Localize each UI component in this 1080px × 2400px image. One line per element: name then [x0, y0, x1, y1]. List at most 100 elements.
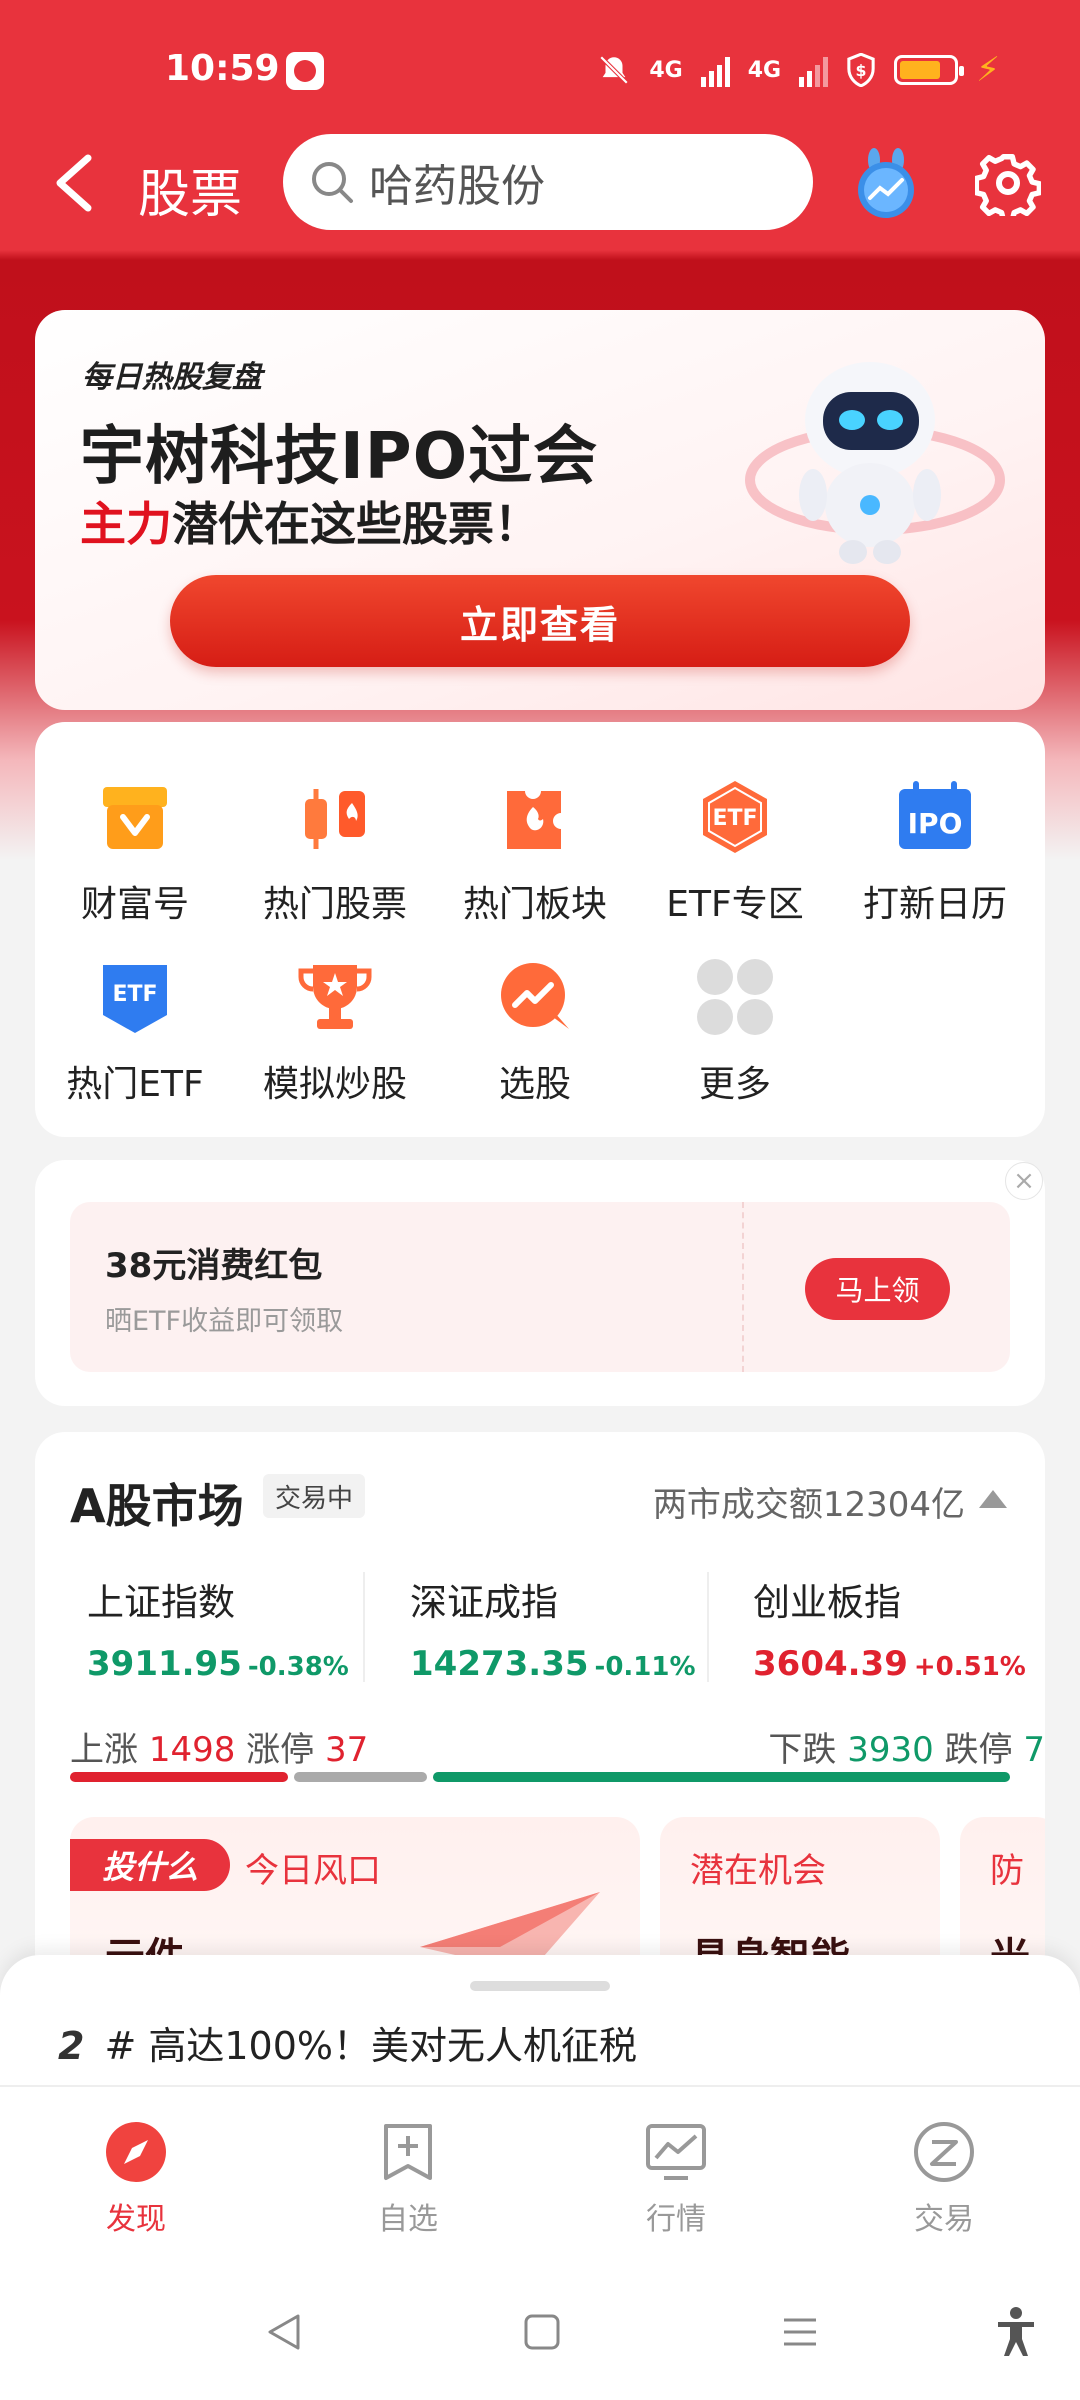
promo-banner[interactable]: 每日热股复盘 宇树科技IPO过会 主力潜伏在这些股票！ 立即查看 [35, 310, 1045, 710]
hot-sector-icon [507, 791, 561, 849]
quick-item-wealth[interactable]: 财富号 [35, 777, 235, 927]
index-value: 3604.39 [753, 1644, 908, 1684]
red-packet-desc: 晒ETF收益即可领取 [105, 1306, 344, 1337]
theme-card-badge: 投什么 [70, 1839, 230, 1891]
ipo-icon-text: IPO [908, 807, 963, 840]
page-title: 股票 [138, 165, 243, 225]
quick-item-label: 模拟炒股 [262, 1064, 407, 1105]
nav-label: 交易 [914, 2202, 974, 2237]
trade-icon [914, 2122, 974, 2182]
nav-trade[interactable]: 交易 [864, 2120, 1024, 2238]
robot-mascot-illustration [745, 362, 1005, 564]
nav-discover[interactable]: 发现 [56, 2120, 216, 2238]
charging-bolt-icon: ⚡ [976, 50, 1000, 90]
index-change: -0.11% [594, 1652, 696, 1682]
index-shenzhen[interactable]: 深证成指 14273.35 -0.11% [410, 1572, 696, 1684]
status-icons: 4G 4G $ ⚡ [597, 50, 1000, 90]
red-packet-offer[interactable]: 38元消费红包 晒ETF收益即可领取 马上领 [70, 1202, 1010, 1372]
quick-item-hot-sector[interactable]: 热门板块 [435, 777, 635, 927]
theme-card-tag: 防 [990, 1851, 1024, 1891]
decline-bar [433, 1772, 1010, 1782]
index-value: 14273.35 [410, 1644, 589, 1684]
banner-subtitle: 主力潜伏在这些股票！ [80, 488, 540, 554]
system-home-icon[interactable] [520, 2310, 564, 2354]
index-change: +0.51% [913, 1652, 1026, 1682]
index-change: -0.38% [247, 1652, 349, 1682]
quick-item-label: 热门ETF [66, 1064, 204, 1105]
more-icon [697, 959, 773, 1035]
back-arrow-icon[interactable] [48, 148, 108, 218]
nav-market[interactable]: 行情 [596, 2120, 756, 2238]
expand-triangle-icon[interactable] [979, 1490, 1007, 1508]
store-icon [103, 787, 167, 849]
index-shanghai[interactable]: 上证指数 3911.95 -0.38% [87, 1572, 349, 1684]
trophy-icon [298, 965, 372, 1029]
red-packet-card: 38元消费红包 晒ETF收益即可领取 马上领 [35, 1160, 1045, 1406]
quick-item-more[interactable]: 更多 [635, 957, 835, 1107]
index-name: 深证成指 [410, 1581, 558, 1624]
network-4g-label-2: 4G [747, 57, 782, 83]
advance-count: 1498 [148, 1730, 236, 1770]
limit-up-count: 37 [324, 1730, 369, 1770]
index-chinext[interactable]: 创业板指 3604.39 +0.51% [753, 1572, 1026, 1684]
network-4g-label: 4G [649, 57, 683, 83]
red-packet-title: 38元消费红包 [105, 1246, 323, 1286]
flat-bar [294, 1772, 427, 1782]
limit-up-label: 涨停 [246, 1730, 315, 1770]
limit-down-count: 7 [1023, 1730, 1045, 1770]
quick-item-label: 选股 [498, 1064, 571, 1105]
market-title[interactable]: A股市场 [70, 1470, 244, 1536]
news-ticker[interactable]: 2 # 高达100%！美对无人机征税 [58, 2015, 637, 2070]
quick-item-label: 热门股票 [262, 884, 407, 925]
settings-gear-icon[interactable] [975, 150, 1041, 216]
market-status-badge: 交易中 [263, 1474, 366, 1518]
status-bar: 10:59 4G 4G $ ⚡ [0, 0, 1080, 140]
claim-now-button[interactable]: 马上领 [805, 1258, 950, 1320]
index-name: 上证指数 [87, 1581, 235, 1624]
search-placeholder: 哈药股份 [369, 161, 545, 212]
quick-item-hot-etf[interactable]: ETF 热门ETF [35, 957, 235, 1107]
market-turnover[interactable]: 两市成交额12304亿 [653, 1477, 965, 1526]
search-icon [312, 162, 353, 203]
quick-item-hot-stocks[interactable]: 热门股票 [235, 777, 435, 927]
quick-item-stock-picker[interactable]: 选股 [435, 957, 635, 1107]
nav-watchlist[interactable]: 自选 [328, 2120, 488, 2238]
accessibility-icon[interactable] [992, 2306, 1040, 2358]
system-back-icon[interactable] [262, 2310, 306, 2354]
app-notification-icon [286, 52, 324, 90]
search-bar[interactable]: 哈药股份 [283, 134, 813, 230]
quick-item-label: 热门板块 [462, 884, 607, 925]
status-time: 10:59 [165, 48, 280, 89]
shield-icon: $ [847, 53, 875, 87]
hot-stocks-icon [305, 789, 365, 849]
hot-etf-icon-text: ETF [112, 982, 157, 1007]
theme-card-tag: 今日风口 [245, 1851, 381, 1891]
quick-item-ipo-calendar[interactable]: IPO 打新日历 [835, 777, 1035, 927]
view-now-button[interactable]: 立即查看 [170, 575, 910, 667]
sheet-drag-handle[interactable] [470, 1981, 610, 1991]
stock-picker-icon [501, 963, 569, 1033]
nav-label: 自选 [378, 2202, 438, 2237]
svg-text:$: $ [856, 61, 867, 80]
quick-item-label: 财富号 [80, 884, 189, 925]
quick-actions-grid: 财富号 热门股票 热门板块 ETF ETF专区 IPO 打新日历 ETF 热门E… [35, 722, 1045, 1137]
market-chart-icon [646, 2124, 706, 2180]
system-recents-icon[interactable] [778, 2310, 822, 2354]
quick-item-etf-zone[interactable]: ETF ETF专区 [635, 777, 835, 927]
nav-label: 行情 [646, 2202, 706, 2237]
ticker-rank: 2 [58, 2024, 85, 2068]
ipo-calendar-icon: IPO [899, 781, 971, 849]
mascot-assistant-icon[interactable] [850, 148, 922, 220]
index-divider [363, 1572, 365, 1682]
advance-stats: 上涨 1498 涨停 37 [70, 1722, 368, 1771]
quick-item-label: ETF专区 [666, 884, 804, 925]
close-icon[interactable]: × [1005, 1162, 1043, 1200]
sheet-divider [0, 2085, 1080, 2087]
ticker-text: # 高达100%！美对无人机征税 [104, 2024, 638, 2068]
quick-item-paper-trading[interactable]: 模拟炒股 [235, 957, 435, 1107]
banner-title: 宇树科技IPO过会 [80, 420, 599, 494]
quick-item-label: 打新日历 [862, 884, 1007, 925]
mute-bell-icon [600, 55, 629, 85]
a-share-market-card: A股市场 交易中 两市成交额12304亿 上证指数 3911.95 -0.38% … [35, 1432, 1045, 1992]
decline-count: 3930 [847, 1730, 934, 1770]
